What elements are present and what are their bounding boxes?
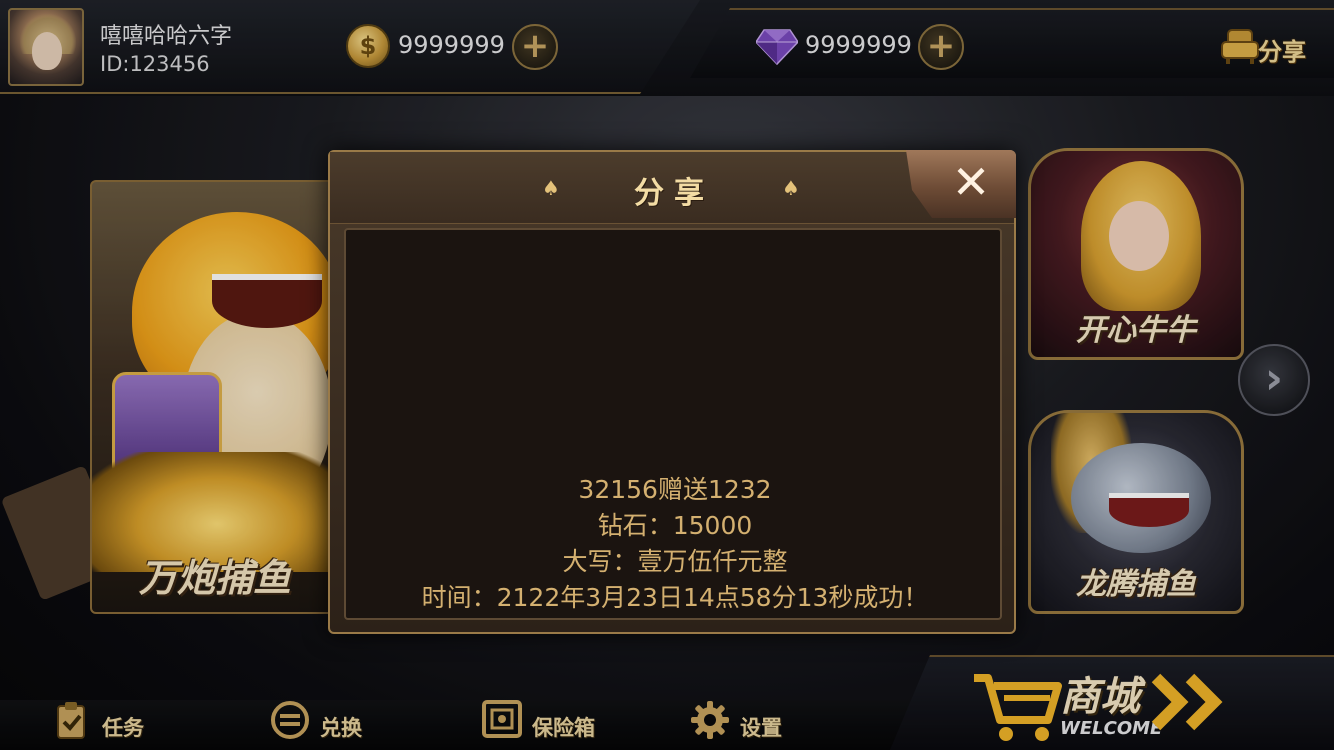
spade-icon: ♠ bbox=[782, 176, 800, 200]
dialog-message-panel: 32156赠送1232 钻石：15000 大写：壹万伍仟元整 时间：2122年3… bbox=[344, 228, 1002, 620]
share-dialog: ♠ 分享 ♠ 32156赠送1232 钻石：15000 大写：壹万伍仟元整 时间… bbox=[328, 150, 1016, 634]
close-icon: ✕ bbox=[951, 155, 991, 209]
message-line: 时间：2122年3月23日14点58分13秒成功！ bbox=[421, 583, 929, 612]
message-line: 大写：壹万伍仟元整 bbox=[562, 547, 788, 576]
message-line: 32156赠送1232 bbox=[578, 475, 772, 504]
message-line: 钻石：15000 bbox=[597, 511, 753, 540]
